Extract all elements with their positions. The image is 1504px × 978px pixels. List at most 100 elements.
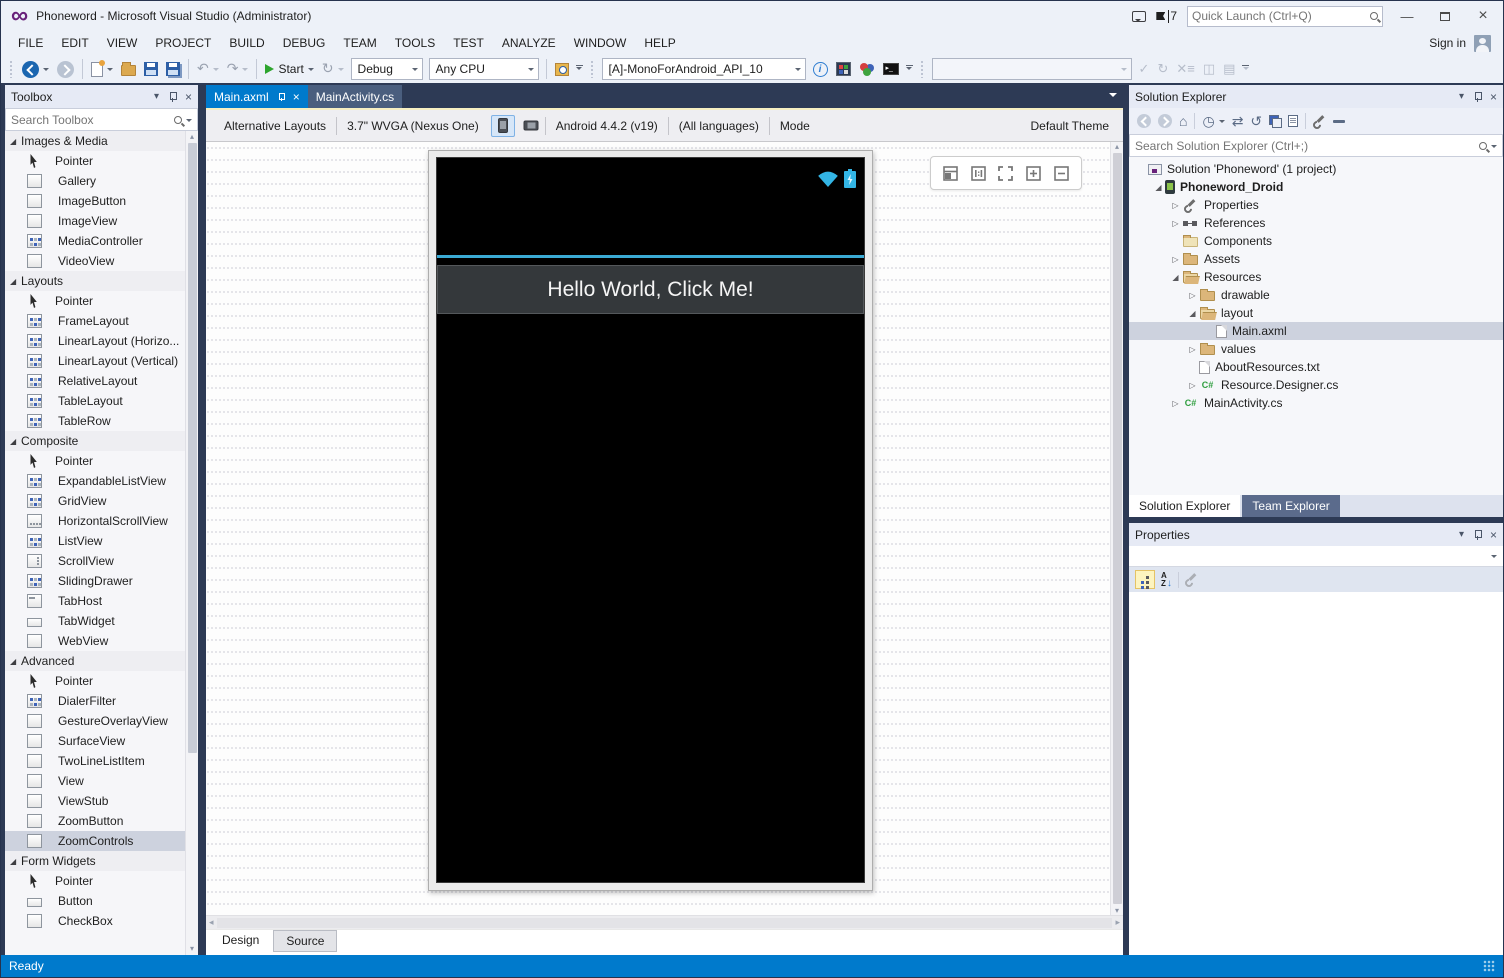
- toolbox-item-scrollview[interactable]: ScrollView: [5, 551, 185, 571]
- tree-item-layout[interactable]: ◢layout: [1129, 304, 1503, 322]
- menu-tools[interactable]: TOOLS: [386, 31, 444, 55]
- notifications-flag-icon[interactable]: 7: [1156, 9, 1177, 23]
- expander-icon[interactable]: ▷: [1169, 201, 1182, 210]
- toolbar-overflow-button[interactable]: [576, 65, 583, 74]
- pin-icon[interactable]: [1473, 530, 1482, 539]
- properties-object-combo[interactable]: [1129, 546, 1503, 567]
- categorized-icon[interactable]: [1135, 570, 1155, 589]
- toolbox-section-composite[interactable]: ◢Composite: [5, 431, 185, 451]
- toolbox-section-advanced[interactable]: ◢Advanced: [5, 651, 185, 671]
- menu-window[interactable]: WINDOW: [565, 31, 636, 55]
- tree-item-phoneword-droid[interactable]: ◢Phoneword_Droid: [1129, 178, 1503, 196]
- toolbox-section-images-media[interactable]: ◢Images & Media: [5, 131, 185, 151]
- solution-search-input[interactable]: [1135, 139, 1479, 153]
- menu-help[interactable]: HELP: [635, 31, 684, 55]
- menu-analyze[interactable]: ANALYZE: [493, 31, 565, 55]
- editor-horizontal-scrollbar[interactable]: ◂▸: [206, 915, 1123, 929]
- mode-selector[interactable]: Mode: [770, 119, 820, 133]
- show-all-files-icon[interactable]: [1288, 115, 1298, 127]
- toolbox-scrollbar[interactable]: ▴ ▾: [185, 131, 198, 955]
- toolbox-item-zoomcontrols[interactable]: ZoomControls: [5, 831, 185, 851]
- toolbox-item-dialerfilter[interactable]: DialerFilter: [5, 691, 185, 711]
- toolbox-item-view[interactable]: View: [5, 771, 185, 791]
- expander-icon[interactable]: ▷: [1186, 345, 1199, 354]
- toolbox-section-layouts[interactable]: ◢Layouts: [5, 271, 185, 291]
- preview-icon[interactable]: [1333, 120, 1345, 123]
- solution-search-box[interactable]: [1129, 134, 1503, 157]
- toolbox-item-pointer[interactable]: Pointer: [5, 451, 185, 471]
- solution-configurations-combo[interactable]: Debug: [351, 58, 423, 80]
- undo-button[interactable]: ↶: [195, 57, 221, 81]
- toolbox-item-twolinelistitem[interactable]: TwoLineListItem: [5, 751, 185, 771]
- expander-icon[interactable]: ▷: [1186, 381, 1199, 390]
- tree-item-aboutresources-txt[interactable]: AboutResources.txt: [1129, 358, 1503, 376]
- window-position-icon[interactable]: ▾: [1459, 529, 1464, 540]
- menu-test[interactable]: TEST: [444, 31, 493, 55]
- device-log-button[interactable]: [834, 57, 853, 81]
- expander-icon[interactable]: ◢: [1169, 273, 1182, 282]
- toolbox-item-zoombutton[interactable]: ZoomButton: [5, 811, 185, 831]
- toolbox-item-pointer[interactable]: Pointer: [5, 151, 185, 171]
- tab-source[interactable]: Source: [273, 930, 337, 952]
- tab-mainactivity-cs[interactable]: MainActivity.cs: [308, 85, 402, 108]
- toolbar-grip[interactable]: [920, 60, 925, 78]
- expander-icon[interactable]: ◢: [1152, 183, 1165, 192]
- menu-build[interactable]: BUILD: [220, 31, 273, 55]
- quick-launch-box[interactable]: [1187, 6, 1383, 27]
- toolbar-overflow-button[interactable]: [906, 65, 913, 74]
- forward-icon[interactable]: [1158, 114, 1172, 128]
- portrait-button[interactable]: [491, 115, 515, 137]
- feedback-icon[interactable]: [1132, 11, 1146, 22]
- back-icon[interactable]: [1137, 114, 1151, 128]
- menu-project[interactable]: PROJECT: [146, 31, 220, 55]
- toolbox-item-expandablelistview[interactable]: ExpandableListView: [5, 471, 185, 491]
- property-pages-icon[interactable]: [1185, 573, 1198, 586]
- language-selector[interactable]: (All languages): [669, 119, 769, 133]
- solution-platforms-combo[interactable]: Any CPU: [429, 58, 539, 80]
- tab-design[interactable]: Design: [210, 930, 271, 950]
- navigate-forward-button[interactable]: [55, 57, 76, 81]
- toolbox-item-linearlayout-vertical[interactable]: LinearLayout (Vertical): [5, 351, 185, 371]
- tree-item-main-axml[interactable]: Main.axml: [1129, 322, 1503, 340]
- sync-icon[interactable]: ⇄: [1232, 114, 1244, 128]
- alternative-layouts-button[interactable]: Alternative Layouts: [214, 119, 336, 133]
- tab-main-axml[interactable]: Main.axml ×: [206, 85, 308, 108]
- toolbox-item-tablelayout[interactable]: TableLayout: [5, 391, 185, 411]
- toolbox-item-pointer[interactable]: Pointer: [5, 291, 185, 311]
- device-selector[interactable]: 3.7" WVGA (Nexus One): [337, 119, 489, 133]
- toolbox-item-viewstub[interactable]: ViewStub: [5, 791, 185, 811]
- redo-button[interactable]: ↷: [225, 57, 251, 81]
- search-icon[interactable]: [1479, 142, 1487, 150]
- toolbox-item-gallery[interactable]: Gallery: [5, 171, 185, 191]
- close-icon[interactable]: ×: [293, 91, 300, 103]
- maximize-button[interactable]: [1431, 6, 1459, 26]
- alphabetical-sort-icon[interactable]: AZ: [1161, 572, 1172, 588]
- toolbox-item-tablerow[interactable]: TableRow: [5, 411, 185, 431]
- zoom-out-icon[interactable]: [1054, 166, 1069, 181]
- toolbox-header[interactable]: Toolbox ▾ ×: [5, 85, 198, 108]
- new-project-button[interactable]: [89, 57, 115, 81]
- sign-in-link[interactable]: Sign in: [1429, 36, 1466, 50]
- menu-debug[interactable]: DEBUG: [274, 31, 335, 55]
- pin-icon[interactable]: [277, 93, 285, 101]
- toolbox-item-slidingdrawer[interactable]: SlidingDrawer: [5, 571, 185, 591]
- save-all-button[interactable]: [164, 57, 182, 81]
- hello-world-button[interactable]: Hello World, Click Me!: [437, 265, 864, 314]
- minimize-button[interactable]: —: [1393, 6, 1421, 26]
- toolbox-item-imagebutton[interactable]: ImageButton: [5, 191, 185, 211]
- tree-item-values[interactable]: ▷values: [1129, 340, 1503, 358]
- theme-selector[interactable]: Default Theme: [1031, 119, 1116, 133]
- expander-icon[interactable]: ▷: [1186, 291, 1199, 300]
- actual-size-icon[interactable]: [971, 166, 986, 181]
- toolbox-section-form-widgets[interactable]: ◢Form Widgets: [5, 851, 185, 871]
- search-options-caret[interactable]: [1491, 145, 1497, 151]
- menu-edit[interactable]: EDIT: [52, 31, 97, 55]
- user-avatar-icon[interactable]: [1474, 35, 1491, 52]
- tree-item-mainactivity-cs[interactable]: ▷C#MainActivity.cs: [1129, 394, 1503, 412]
- pin-icon[interactable]: [1473, 92, 1482, 101]
- expander-icon[interactable]: ▷: [1169, 399, 1182, 408]
- device-target-combo[interactable]: [A]-MonoForAndroid_API_10: [602, 58, 806, 80]
- menu-file[interactable]: FILE: [9, 31, 52, 55]
- toolbox-item-gestureoverlayview[interactable]: GestureOverlayView: [5, 711, 185, 731]
- close-button[interactable]: ×: [1469, 6, 1497, 26]
